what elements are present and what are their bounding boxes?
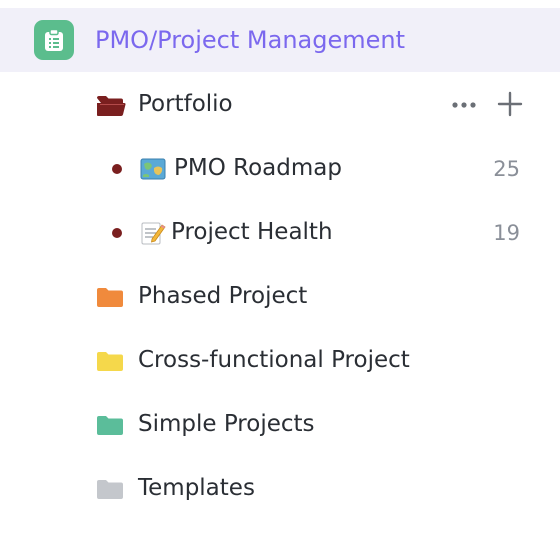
list-item-pmo-roadmap[interactable]: PMO Roadmap 25 xyxy=(0,148,560,188)
list-dot xyxy=(112,228,122,238)
sidebar: PMO/Project Management Portfolio PMO Roa… xyxy=(0,0,560,552)
folder-item-simple-projects[interactable]: Simple Projects xyxy=(0,404,560,444)
list-dot xyxy=(112,164,122,174)
list-item-project-health[interactable]: Project Health 19 xyxy=(0,212,560,252)
folder-label: Phased Project xyxy=(138,283,308,309)
list-label: Project Health xyxy=(171,219,333,245)
folder-label: Portfolio xyxy=(138,91,233,117)
folder-icon xyxy=(96,351,124,371)
folder-icon xyxy=(96,287,124,307)
task-count: 19 xyxy=(493,221,520,245)
folder-open-icon xyxy=(96,95,126,116)
map-emoji xyxy=(140,156,166,182)
list-label: PMO Roadmap xyxy=(174,155,342,181)
folder-icon xyxy=(96,415,124,435)
folder-item-cross-functional-project[interactable]: Cross-functional Project xyxy=(0,340,560,380)
folder-label: Templates xyxy=(138,475,255,501)
folder-label: Cross-functional Project xyxy=(138,347,410,373)
folder-item-phased-project[interactable]: Phased Project xyxy=(0,276,560,316)
folder-item-templates[interactable]: Templates xyxy=(0,468,560,508)
plus-icon[interactable] xyxy=(496,90,524,118)
space-item[interactable]: PMO/Project Management xyxy=(0,8,560,72)
folder-label: Simple Projects xyxy=(138,411,315,437)
clipboard-icon xyxy=(34,20,74,60)
folder-icon xyxy=(96,479,124,499)
more-icon[interactable] xyxy=(450,92,478,118)
task-count: 25 xyxy=(493,157,520,181)
space-title: PMO/Project Management xyxy=(95,26,405,54)
memo-emoji xyxy=(140,220,166,246)
folder-item-portfolio[interactable]: Portfolio xyxy=(0,84,560,124)
